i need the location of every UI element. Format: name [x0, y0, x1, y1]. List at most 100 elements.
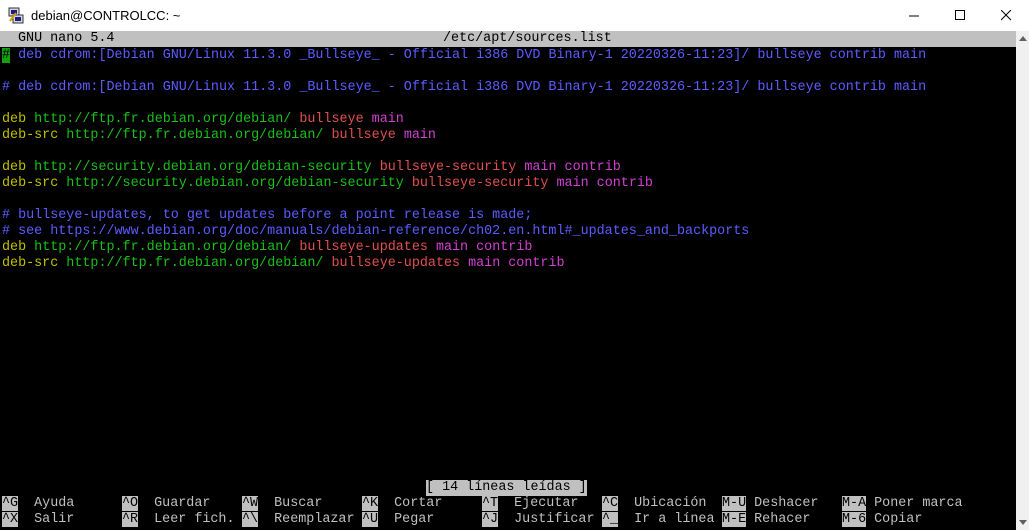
- shortcut-key: ^X: [2, 512, 19, 527]
- syntax-token-comp: main: [403, 128, 436, 143]
- window-title: debian@CONTROLCC: ~: [31, 8, 181, 23]
- shortcut-item[interactable]: ^J Justificar: [482, 512, 595, 528]
- syntax-token-kw: deb: [2, 160, 35, 175]
- shortcut-key: ^W: [242, 496, 259, 511]
- text-cursor: #: [2, 48, 11, 63]
- syntax-token-kw: deb-src: [2, 256, 67, 271]
- editor-line[interactable]: deb http://security.debian.org/debian-se…: [2, 160, 621, 176]
- shortcut-key: ^U: [362, 512, 379, 527]
- syntax-token-suite: bullseye: [299, 112, 372, 127]
- shortcut-label: Salir: [18, 512, 75, 527]
- editor-line[interactable]: deb http://ftp.fr.debian.org/debian/ bul…: [2, 240, 532, 256]
- shortcut-item[interactable]: M-U Deshacer: [722, 496, 818, 512]
- syntax-token-comp: main contrib: [524, 160, 621, 175]
- syntax-token-comment: deb cdrom:[Debian GNU/Linux 11.3.0 _Bull…: [10, 48, 927, 63]
- shortcut-label: Pegar: [378, 512, 435, 527]
- shortcut-key: ^K: [362, 496, 379, 511]
- editor-line[interactable]: deb http://ftp.fr.debian.org/debian/ bul…: [2, 112, 404, 128]
- shortcut-key: ^O: [122, 496, 139, 511]
- shortcut-item[interactable]: M-E Rehacer: [722, 512, 810, 528]
- shortcut-key: M-E: [722, 512, 747, 527]
- shortcut-item[interactable]: ^_ Ir a línea: [602, 512, 715, 528]
- close-button[interactable]: [983, 0, 1029, 31]
- shortcut-item[interactable]: ^O Guardar: [122, 496, 210, 512]
- editor-line[interactable]: # deb cdrom:[Debian GNU/Linux 11.3.0 _Bu…: [2, 80, 926, 96]
- shortcut-label: Rehacer: [746, 512, 811, 527]
- terminal-area[interactable]: GNU nano 5.4 /etc/apt/sources.list # deb…: [0, 31, 1016, 530]
- shortcut-label: Deshacer: [746, 496, 819, 511]
- shortcut-label: Leer fich.: [138, 512, 235, 527]
- syntax-token-url: http://ftp.fr.debian.org/debian/: [34, 112, 300, 127]
- syntax-token-comp: main contrib: [435, 240, 533, 255]
- shortcut-key: ^J: [482, 512, 499, 527]
- shortcut-label: Justificar: [498, 512, 595, 527]
- scroll-down-icon[interactable]: [1019, 520, 1027, 525]
- shortcut-item[interactable]: ^X Salir: [2, 512, 74, 528]
- editor-line[interactable]: # deb cdrom:[Debian GNU/Linux 11.3.0 _Bu…: [2, 48, 926, 64]
- syntax-token-url: http://ftp.fr.debian.org/debian/: [34, 240, 300, 255]
- shortcut-item[interactable]: ^T Ejecutar: [482, 496, 578, 512]
- shortcut-label: Guardar: [138, 496, 211, 511]
- shortcut-item[interactable]: ^G Ayuda: [2, 496, 74, 512]
- shortcut-key: ^C: [602, 496, 619, 511]
- syntax-token-comp: main contrib: [556, 176, 653, 191]
- shortcut-item[interactable]: ^K Cortar: [362, 496, 442, 512]
- shortcut-key: ^_: [602, 512, 619, 527]
- syntax-token-url: http://security.debian.org/debian-securi…: [34, 160, 380, 175]
- syntax-token-url: http://security.debian.org/debian-securi…: [66, 176, 412, 191]
- shortcut-key: ^\: [242, 512, 259, 527]
- minimize-button[interactable]: [891, 0, 937, 31]
- window-title-bar[interactable]: debian@CONTROLCC: ~: [0, 0, 1029, 31]
- nano-filename: /etc/apt/sources.list: [443, 31, 612, 46]
- syntax-token-suite: bullseye: [331, 128, 404, 143]
- nano-version: GNU nano 5.4: [18, 31, 115, 46]
- syntax-token-kw: deb-src: [2, 128, 67, 143]
- syntax-token-suite: bullseye-updates: [331, 256, 469, 271]
- syntax-token-suite: bullseye-security: [411, 176, 557, 191]
- shortcut-item[interactable]: ^W Buscar: [242, 496, 322, 512]
- editor-line[interactable]: # see https://www.debian.org/doc/manuals…: [2, 224, 749, 240]
- shortcut-label: Buscar: [258, 496, 323, 511]
- shortcut-label: Reemplazar: [258, 512, 355, 527]
- syntax-token-kw: deb: [2, 112, 35, 127]
- close-icon: [1000, 10, 1011, 21]
- shortcut-label: Ubicación: [618, 496, 707, 511]
- shortcut-item[interactable]: ^\ Reemplazar: [242, 512, 355, 528]
- shortcut-label: Ir a línea: [618, 512, 715, 527]
- editor-line[interactable]: # bullseye-updates, to get updates befor…: [2, 208, 532, 224]
- minimize-icon: [908, 15, 919, 17]
- syntax-token-comp: main contrib: [468, 256, 565, 271]
- putty-terminal-icon[interactable]: [7, 7, 25, 25]
- shortcut-key: ^G: [2, 496, 19, 511]
- editor-line[interactable]: deb-src http://ftp.fr.debian.org/debian/…: [2, 256, 565, 272]
- syntax-token-comment: # deb cdrom:[Debian GNU/Linux 11.3.0 _Bu…: [2, 80, 927, 95]
- syntax-token-kw: deb: [2, 240, 35, 255]
- shortcut-label: Poner marca: [866, 496, 963, 511]
- syntax-token-suite: bullseye-security: [379, 160, 525, 175]
- shortcut-item[interactable]: ^R Leer fich.: [122, 512, 235, 528]
- maximize-button[interactable]: [937, 0, 983, 31]
- shortcut-item[interactable]: ^U Pegar: [362, 512, 434, 528]
- shortcut-item[interactable]: ^C Ubicación: [602, 496, 706, 512]
- syntax-token-suite: bullseye-updates: [299, 240, 436, 255]
- syntax-token-comment: # bullseye-updates, to get updates befor…: [2, 208, 533, 223]
- vertical-scrollbar[interactable]: [1016, 31, 1029, 530]
- maximize-icon: [954, 10, 965, 20]
- nano-status-message: [ 14 líneas leídas ]: [426, 480, 587, 496]
- shortcut-key: M-U: [722, 496, 747, 511]
- editor-line[interactable]: deb-src http://ftp.fr.debian.org/debian/…: [2, 128, 436, 144]
- syntax-token-comp: main: [371, 112, 404, 127]
- shortcut-item[interactable]: M-A Poner marca: [842, 496, 963, 512]
- syntax-token-url: http://ftp.fr.debian.org/debian/: [66, 256, 332, 271]
- syntax-token-kw: deb-src: [2, 176, 67, 191]
- scroll-up-icon[interactable]: [1019, 36, 1027, 41]
- shortcut-label: Copiar: [866, 512, 923, 527]
- syntax-token-url: http://ftp.fr.debian.org/debian/: [66, 128, 332, 143]
- shortcut-item[interactable]: M-6 Copiar: [842, 512, 922, 528]
- shortcut-label: Ejecutar: [498, 496, 579, 511]
- editor-line[interactable]: deb-src http://security.debian.org/debia…: [2, 176, 653, 192]
- shortcut-key: ^R: [122, 512, 139, 527]
- shortcut-label: Cortar: [378, 496, 443, 511]
- shortcut-key: M-A: [842, 496, 867, 511]
- shortcut-key: M-6: [842, 512, 867, 527]
